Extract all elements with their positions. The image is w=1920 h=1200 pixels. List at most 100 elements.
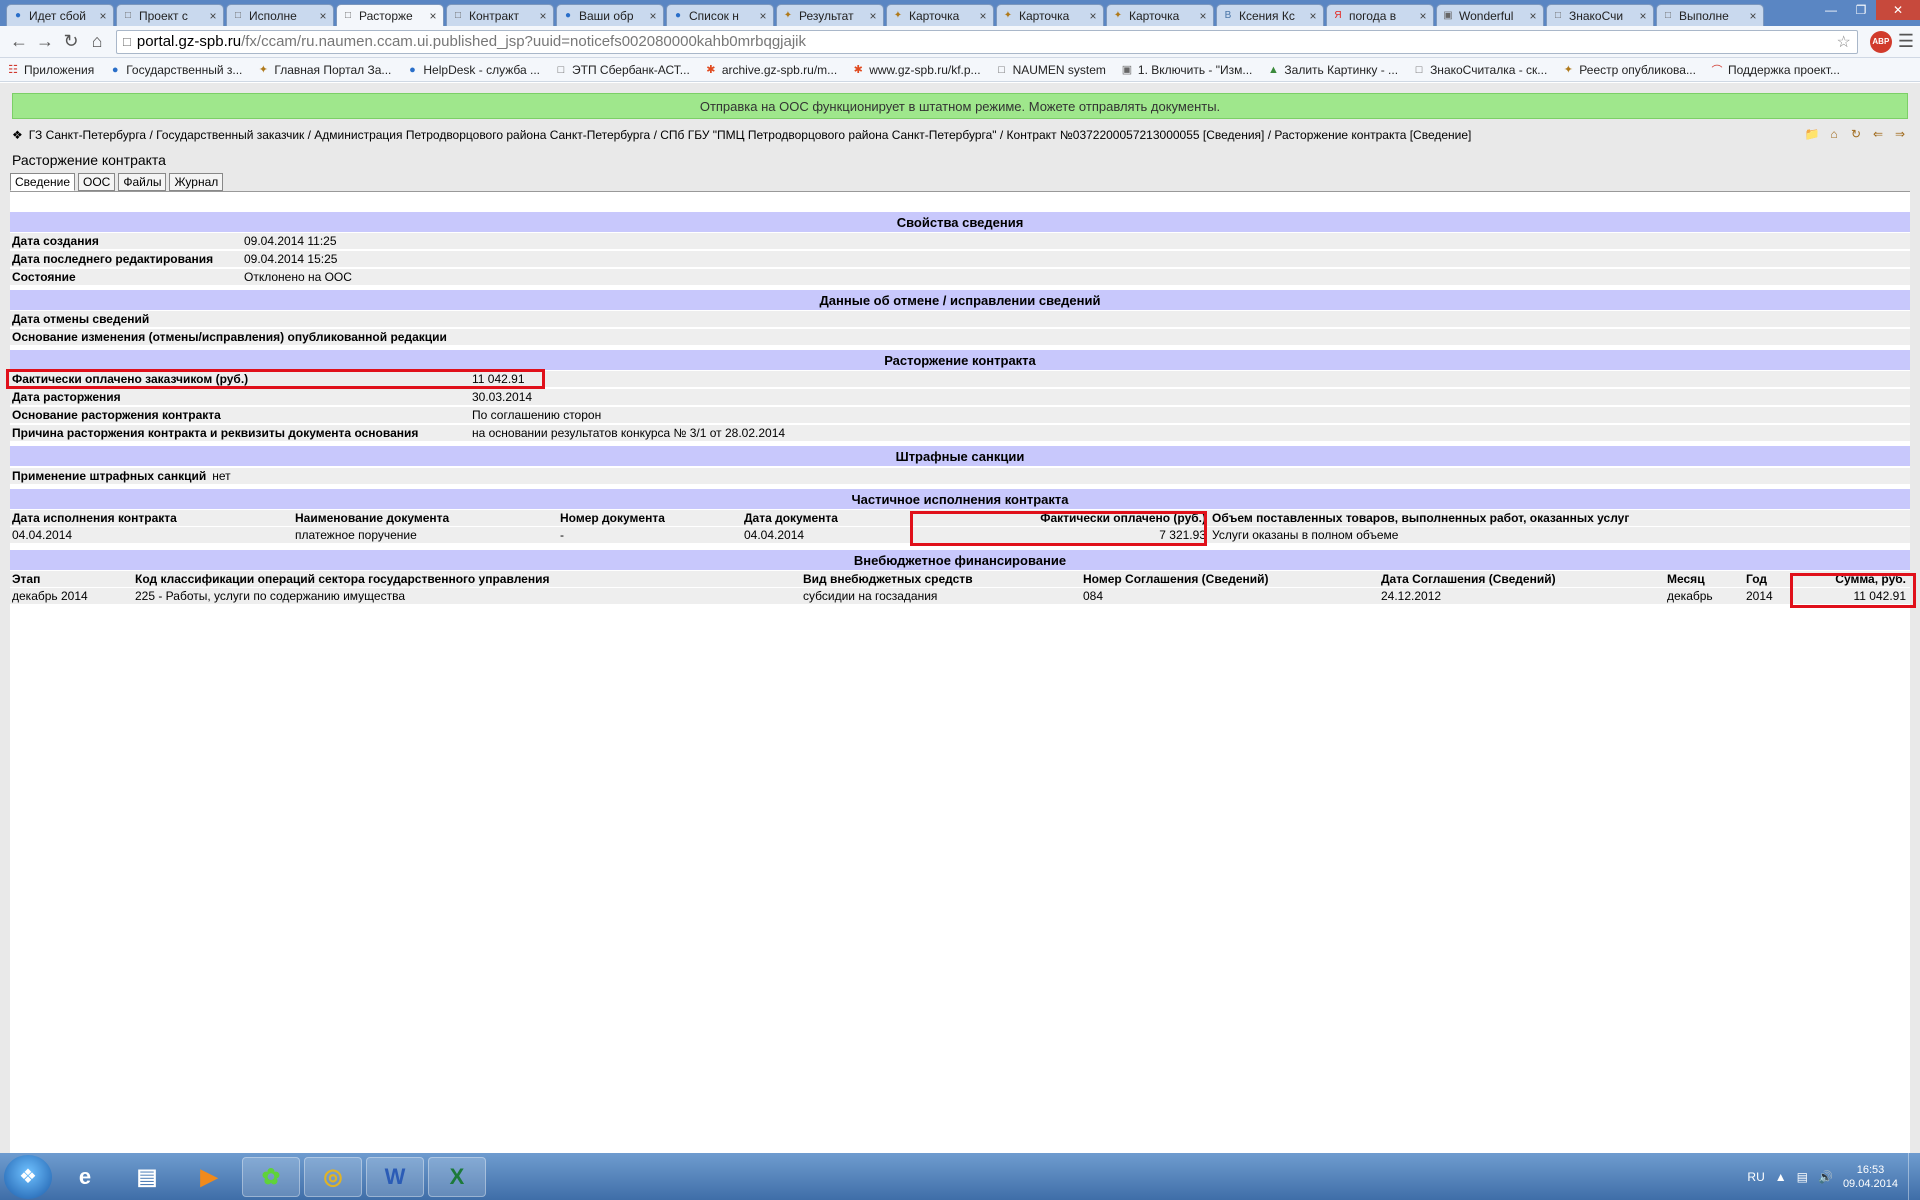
- section-penalties-header: Штрафные санкции: [10, 446, 1910, 466]
- bookmark-star-icon[interactable]: ☆: [1837, 32, 1851, 52]
- table-cell: 2014: [1746, 589, 1773, 603]
- tab-close-icon[interactable]: ×: [867, 9, 879, 23]
- show-desktop-button[interactable]: [1908, 1153, 1920, 1200]
- browser-tab[interactable]: □ Контракт ×: [446, 4, 554, 26]
- bookmarks-bar: ☷ Приложения ● Государственный з... ✦ Главная…: [0, 58, 1920, 82]
- bookmark-item[interactable]: ✱ www.gz-spb.ru/kf.p...: [851, 63, 981, 77]
- browser-tab[interactable]: ● Идет сбой ×: [6, 4, 114, 26]
- bookmark-item[interactable]: ✦ Реестр опубликова...: [1561, 63, 1696, 77]
- address-bar[interactable]: □ portal.gz-spb.ru /fx/ccam/ru.naumen.cc…: [116, 29, 1858, 54]
- arrow-right-icon[interactable]: ⇒: [1892, 126, 1908, 142]
- content-tab[interactable]: Сведение: [10, 173, 75, 191]
- bookmark-item[interactable]: ● HelpDesk - служба ...: [405, 63, 540, 77]
- browser-tab[interactable]: □ Расторже ×: [336, 4, 444, 26]
- highlight-box: [6, 369, 545, 389]
- content-tab[interactable]: Журнал: [169, 173, 224, 191]
- tab-close-icon[interactable]: ×: [97, 9, 109, 23]
- tab-close-icon[interactable]: ×: [427, 9, 439, 23]
- bookmark-item[interactable]: ⌒ Поддержка проект...: [1710, 63, 1840, 77]
- minimize-button[interactable]: —: [1816, 0, 1846, 20]
- bookmark-label: 1. Включить - "Изм...: [1137, 62, 1253, 77]
- tab-close-icon[interactable]: ×: [1637, 9, 1649, 23]
- bookmark-item[interactable]: □ ЗнакоСчиталка - ск...: [1412, 63, 1548, 77]
- browser-tab[interactable]: ✦ Карточка ×: [996, 4, 1104, 26]
- back-button[interactable]: ←: [6, 29, 32, 55]
- home-button[interactable]: ⌂: [84, 29, 110, 55]
- browser-menu-icon[interactable]: ☰: [1898, 31, 1914, 52]
- content-tab[interactable]: ООС: [78, 173, 116, 191]
- bookmark-item[interactable]: ☷ Приложения: [6, 63, 94, 77]
- home-icon[interactable]: ⌂: [1826, 126, 1842, 142]
- reload-button[interactable]: ↻: [58, 29, 84, 55]
- tab-close-icon[interactable]: ×: [1527, 9, 1539, 23]
- tab-close-icon[interactable]: ×: [647, 9, 659, 23]
- clock[interactable]: 16:53 09.04.2014: [1843, 1163, 1898, 1191]
- browser-tab[interactable]: ● Ваши обр ×: [556, 4, 664, 26]
- tab-close-icon[interactable]: ×: [1747, 9, 1759, 23]
- table-cell: 24.12.2012: [1381, 589, 1442, 603]
- arrow-left-icon[interactable]: ⇐: [1870, 126, 1886, 142]
- tab-close-icon[interactable]: ×: [1197, 9, 1209, 23]
- bookmark-item[interactable]: ✦ Главная Портал За...: [256, 63, 392, 77]
- browser-tab[interactable]: Япогода в ×: [1326, 4, 1434, 26]
- tree-icon: ❖: [12, 128, 23, 142]
- browser-tab[interactable]: □ ЗнакоСчи ×: [1546, 4, 1654, 26]
- browser-tab[interactable]: □ Исполне ×: [226, 4, 334, 26]
- tab-close-icon[interactable]: ×: [317, 9, 329, 23]
- browser-tab[interactable]: ✦ Карточка ×: [1106, 4, 1214, 26]
- row-termination-reason: Причина расторжения контракта и реквизит…: [10, 425, 1910, 442]
- browser-tab[interactable]: ▣ Wonderful ×: [1436, 4, 1544, 26]
- folder-icon[interactable]: 📁: [1804, 126, 1820, 142]
- table-cell: Услуги оказаны в полном объеме: [1212, 528, 1399, 542]
- browser-tab[interactable]: B Ксения Кс ×: [1216, 4, 1324, 26]
- browser-tab[interactable]: ● Список н ×: [666, 4, 774, 26]
- tab-close-icon[interactable]: ×: [1087, 9, 1099, 23]
- word-icon[interactable]: W: [366, 1156, 424, 1197]
- language-indicator[interactable]: RU: [1747, 1170, 1764, 1184]
- tab-title: Ваши обр: [579, 8, 634, 23]
- network-icon[interactable]: ▤: [1797, 1170, 1808, 1184]
- page-info-icon[interactable]: □: [123, 34, 131, 49]
- icq-icon[interactable]: ✿: [242, 1156, 300, 1197]
- bookmark-item[interactable]: ● Государственный з...: [108, 63, 242, 77]
- tray-expand-icon[interactable]: ▲: [1775, 1170, 1787, 1184]
- browser-tab[interactable]: □ Проект с ×: [116, 4, 224, 26]
- row-label: Основание расторжения контракта: [12, 408, 221, 422]
- section-properties-header: Свойства сведения: [10, 212, 1910, 232]
- emblem-icon: ✦: [258, 64, 268, 76]
- start-button[interactable]: ❖: [4, 1154, 52, 1199]
- url-path: /fx/ccam/ru.naumen.ccam.ui.published_jsp…: [241, 33, 807, 50]
- explorer-icon[interactable]: ▤: [118, 1157, 176, 1197]
- browser-tab[interactable]: □ Выполне ×: [1656, 4, 1764, 26]
- tab-close-icon[interactable]: ×: [757, 9, 769, 23]
- close-window-button[interactable]: ✕: [1876, 0, 1920, 20]
- chrome-icon[interactable]: ◎: [304, 1156, 362, 1197]
- volume-icon[interactable]: 🔊: [1818, 1170, 1833, 1184]
- browser-tab[interactable]: ✦ Результат ×: [776, 4, 884, 26]
- table-cell: декабрь 2014: [12, 589, 88, 603]
- excel-icon[interactable]: X: [428, 1156, 486, 1197]
- tab-close-icon[interactable]: ×: [207, 9, 219, 23]
- content-tab[interactable]: Файлы: [118, 173, 167, 191]
- tab-close-icon[interactable]: ×: [977, 9, 989, 23]
- bookmark-item[interactable]: ▲ Залить Картинку - ...: [1266, 63, 1398, 77]
- bookmark-item[interactable]: ▣ 1. Включить - "Изм...: [1120, 62, 1253, 77]
- media-player-icon[interactable]: ▶: [180, 1157, 238, 1197]
- tab-close-icon[interactable]: ×: [1307, 9, 1319, 23]
- breadcrumb-text[interactable]: ГЗ Санкт-Петербурга / Государственный за…: [29, 128, 1472, 142]
- restore-button[interactable]: ❐: [1846, 0, 1876, 20]
- doc-icon: □: [1664, 10, 1672, 21]
- ie-icon[interactable]: e: [56, 1157, 114, 1197]
- browser-tab[interactable]: ✦ Карточка ×: [886, 4, 994, 26]
- bookmark-item[interactable]: □ ЭТП Сбербанк-АСТ...: [554, 63, 690, 77]
- row-value: 09.04.2014 11:25: [244, 234, 337, 248]
- forward-button[interactable]: →: [32, 29, 58, 55]
- tab-title: Контракт: [469, 8, 520, 23]
- tab-close-icon[interactable]: ×: [1417, 9, 1429, 23]
- refresh-icon[interactable]: ↻: [1848, 126, 1864, 142]
- bookmark-item[interactable]: □ NAUMEN system: [995, 63, 1106, 77]
- doc-icon: □: [344, 10, 352, 21]
- tab-close-icon[interactable]: ×: [537, 9, 549, 23]
- bookmark-item[interactable]: ✱ archive.gz-spb.ru/m...: [704, 63, 837, 77]
- adblock-icon[interactable]: ABP: [1869, 30, 1892, 53]
